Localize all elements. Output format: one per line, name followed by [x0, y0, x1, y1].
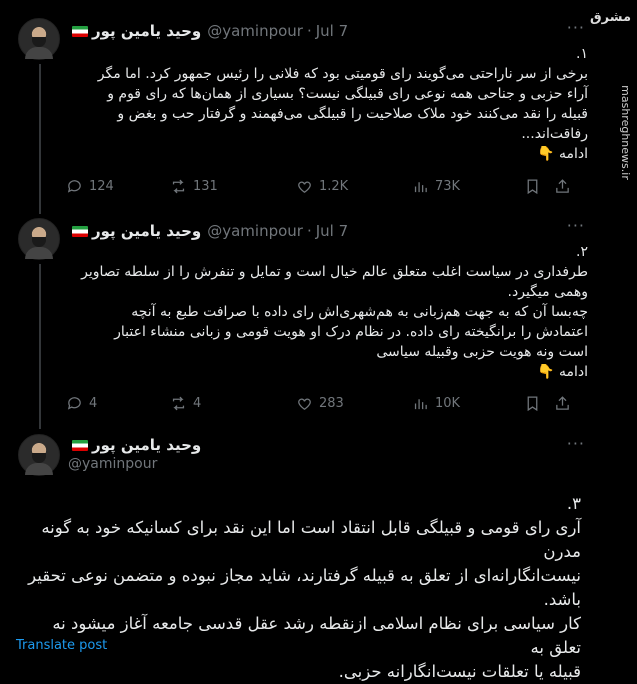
more-icon[interactable]: ··· — [567, 216, 585, 235]
watermark: مشرق mashreghnews.ir — [590, 6, 633, 266]
thread-line — [39, 64, 41, 214]
bookmark-icon — [527, 395, 538, 411]
tweet-header: وحید یامین پور @yaminpour · Jul 7 — [68, 222, 348, 240]
handle[interactable]: @yaminpour — [207, 22, 303, 40]
handle[interactable]: @yaminpour — [207, 222, 303, 240]
avatar[interactable] — [18, 18, 60, 60]
repost-icon — [172, 179, 185, 193]
share-button[interactable] — [554, 178, 574, 195]
like-button[interactable]: 1.2K — [296, 178, 412, 195]
repost-button[interactable]: 4 — [170, 395, 296, 412]
translate-post-link[interactable]: Translate post — [16, 638, 107, 653]
reply-icon — [67, 179, 81, 193]
reply-button[interactable]: 4 — [66, 395, 170, 412]
iran-flag-icon — [72, 225, 88, 237]
main-tweet-body: ۳. آری رای قومی و قبیلگی قابل انتقاد است… — [28, 494, 581, 681]
watermark-url: mashreghnews.ir — [619, 85, 633, 180]
repost-button[interactable]: 131 — [170, 178, 296, 195]
share-icon — [556, 395, 569, 410]
views-icon — [414, 181, 427, 192]
main-tweet-header: وحید یامین پور @yaminpour — [68, 436, 201, 472]
tweet-actions: 4 4 283 10K — [66, 393, 584, 413]
iran-flag-icon — [72, 25, 88, 37]
like-icon — [298, 398, 311, 410]
display-name[interactable]: وحید یامین پور — [92, 436, 201, 454]
tweet-body: ۱. برخی از سر ناراحتی می‌گویند رای قومیت… — [97, 46, 588, 162]
share-icon — [556, 178, 569, 193]
like-icon — [298, 181, 311, 193]
views-button[interactable]: 73K — [412, 178, 524, 195]
more-icon[interactable]: ··· — [567, 434, 585, 453]
tweet-date[interactable]: Jul 7 — [316, 222, 348, 240]
display-name[interactable]: وحید یامین پور — [92, 22, 201, 40]
display-name[interactable]: وحید یامین پور — [92, 222, 201, 240]
tweet-header: وحید یامین پور @yaminpour · Jul 7 — [68, 22, 348, 40]
bookmark-icon — [527, 178, 538, 194]
more-icon[interactable]: ··· — [567, 18, 585, 37]
share-button[interactable] — [554, 395, 574, 412]
bookmark-button[interactable] — [524, 178, 554, 195]
tweet-actions: 124 131 1.2K 73K — [66, 176, 584, 196]
reply-button[interactable]: 124 — [66, 178, 170, 195]
watermark-logo: مشرق — [590, 10, 631, 25]
views-button[interactable]: 10K — [412, 395, 524, 412]
views-icon — [414, 398, 427, 409]
tweet-body: ۲. طرفداری در سیاست اغلب متعلق عالم خیال… — [81, 244, 588, 380]
iran-flag-icon — [72, 439, 88, 451]
reply-icon — [67, 396, 81, 410]
avatar[interactable] — [18, 434, 60, 476]
thread-line — [39, 264, 41, 429]
avatar[interactable] — [18, 218, 60, 260]
like-button[interactable]: 283 — [296, 395, 412, 412]
tweet-date[interactable]: Jul 7 — [316, 22, 348, 40]
repost-icon — [172, 396, 185, 410]
bookmark-button[interactable] — [524, 395, 554, 412]
handle[interactable]: @yaminpour — [68, 456, 201, 472]
